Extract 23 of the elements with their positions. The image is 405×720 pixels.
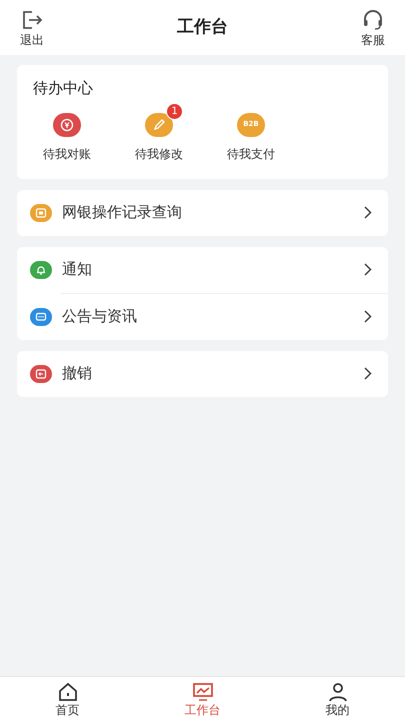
page-title: 工作台 — [177, 16, 228, 39]
person-icon — [326, 682, 348, 702]
tab[interactable]: 我的 — [270, 677, 405, 720]
chevron-right-icon — [364, 367, 372, 380]
chevron-right-icon — [364, 310, 372, 323]
headset-icon — [362, 10, 384, 30]
logout-button[interactable]: 退出 — [20, 10, 44, 46]
count-badge: 1 — [166, 102, 183, 120]
section-title: 待办中心 — [33, 78, 94, 99]
chart-monitor-icon — [192, 682, 214, 702]
chevron-right-icon — [364, 263, 372, 276]
tab[interactable]: 首页 — [0, 677, 135, 720]
todo-item[interactable]: 1 待我修改 — [127, 102, 191, 162]
logout-icon — [21, 10, 43, 30]
menu-item[interactable]: 公告与资讯 — [17, 294, 388, 340]
customer-service-button[interactable]: 客服 — [361, 10, 385, 46]
menu-item[interactable]: 撤销 — [17, 350, 388, 396]
todo-item[interactable]: 待我对账 — [35, 102, 99, 162]
home-icon — [56, 682, 78, 702]
menu-item[interactable]: 网银操作记录查询 — [17, 190, 388, 236]
chevron-right-icon — [364, 206, 372, 219]
menu-item[interactable]: 通知 — [17, 246, 388, 292]
tab[interactable]: 工作台 — [135, 677, 270, 720]
